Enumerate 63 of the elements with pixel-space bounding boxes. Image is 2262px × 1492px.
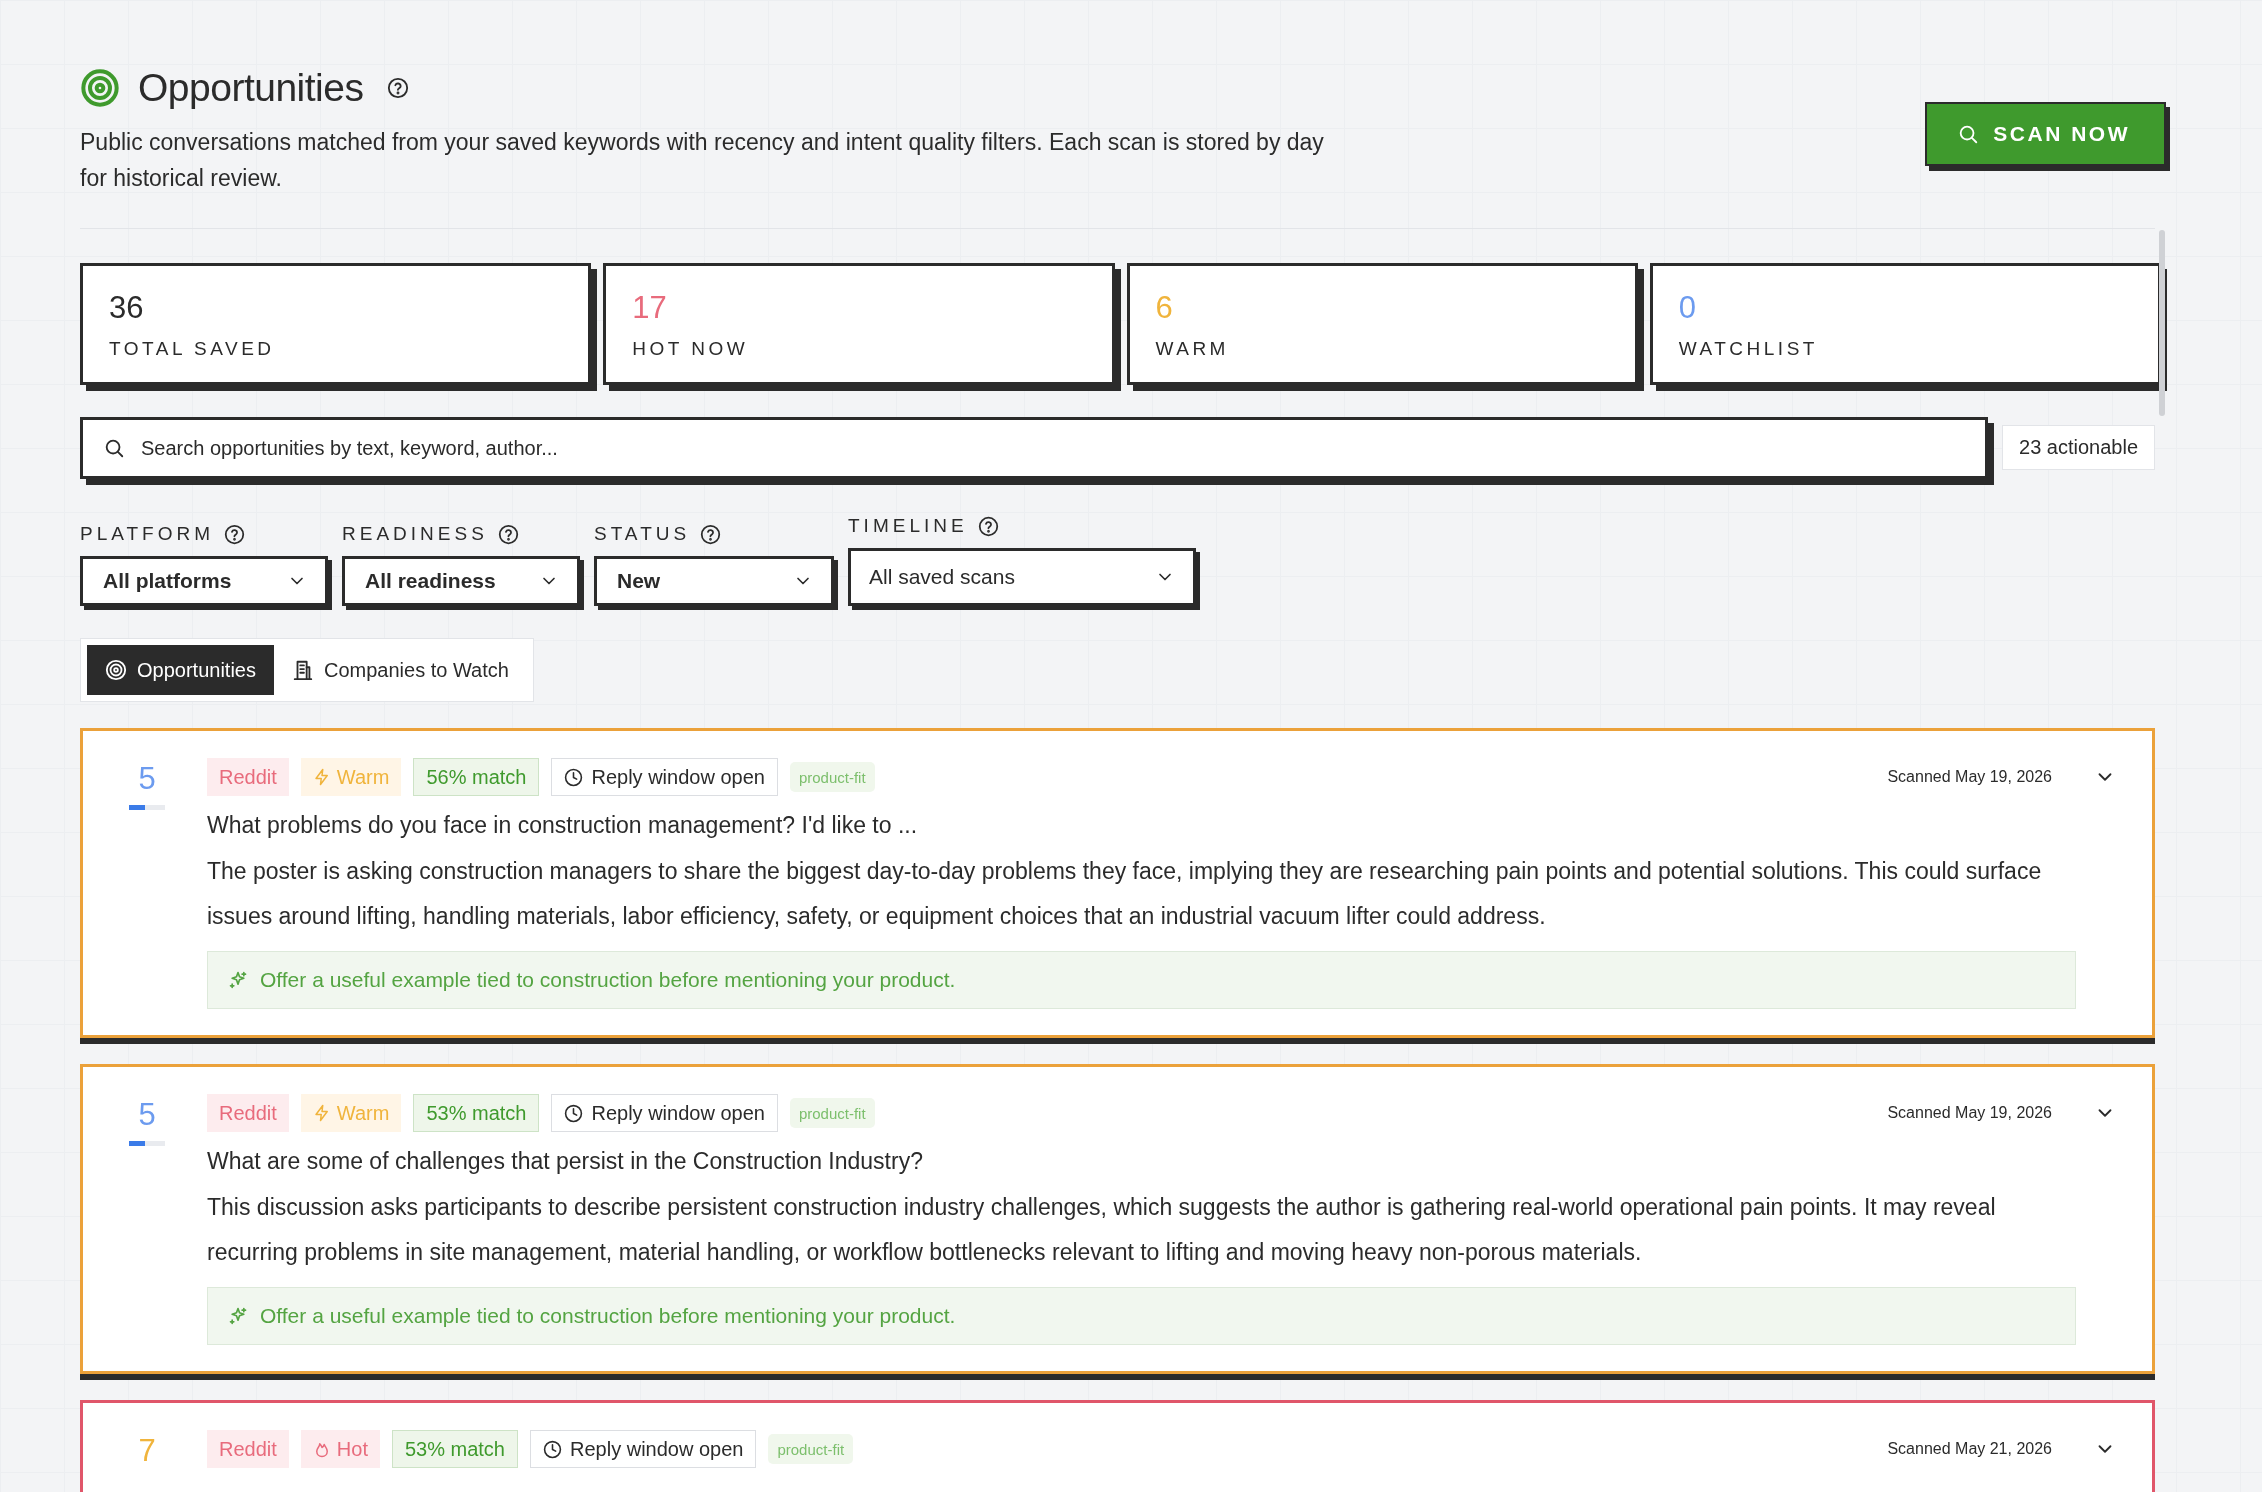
stat-value: 6 bbox=[1155, 290, 1174, 326]
page-description: Public conversations matched from your saved keywords with recency and intent quality filters. Each scan is stored by day for historical review. bbox=[80, 128, 1325, 193]
page-title: Opportunities bbox=[138, 66, 364, 110]
readiness-tag: Warm bbox=[300, 1094, 402, 1132]
stat-value: 17 bbox=[632, 290, 668, 326]
target-icon bbox=[105, 659, 127, 681]
reply-suggestion: Offer a useful example tied to construction before mentioning your product. bbox=[260, 968, 956, 992]
score: 7 bbox=[138, 1433, 156, 1469]
bolt-icon bbox=[312, 1104, 331, 1122]
scan-date: Scanned May 21, 2026 bbox=[1887, 1440, 2052, 1458]
search-input[interactable]: Search opportunities by text, keyword, author... bbox=[139, 435, 1965, 461]
reply-suggestion: Offer a useful example tied to construction before mentioning your product. bbox=[260, 1304, 956, 1328]
stat-value: 36 bbox=[109, 290, 145, 326]
opportunity-summary: The poster is asking construction managers to share the biggest day-to-day problems they face, implying they are researching pain points and potential solutions. This could surface issues around lifting, handling materials, labor efficiency, safety, or equipment choices that an industrial vacuum lifter could address. bbox=[207, 857, 2043, 931]
search-icon bbox=[103, 437, 125, 459]
tab[interactable]: Opportunities bbox=[87, 645, 274, 695]
reply-window-tag: Reply window open bbox=[530, 1430, 757, 1468]
reply-window-tag: Reply window open bbox=[551, 1094, 778, 1132]
stat-label: HOT NOW bbox=[632, 338, 750, 360]
topic-tag: product-fit bbox=[789, 762, 875, 792]
readiness-tag: Warm bbox=[300, 758, 402, 796]
building-icon bbox=[291, 659, 314, 681]
platform-tag: Reddit bbox=[207, 1430, 289, 1468]
stat-value: 0 bbox=[1678, 290, 1697, 326]
stat-label: TOTAL SAVED bbox=[109, 338, 276, 360]
help-icon bbox=[387, 77, 410, 99]
reply-window-tag: Reply window open bbox=[551, 758, 778, 796]
scan-date: Scanned May 19, 2026 bbox=[1887, 1104, 2052, 1122]
filter-label: PLATFORM bbox=[80, 523, 215, 545]
opportunity-title: What problems do you face in construction management? I'd like to ... bbox=[207, 811, 919, 840]
opportunity-summary: This discussion asks participants to describe persistent construction industry challenges, which suggests the author is gathering real-world operational pain points. It may reveal recurring problems in site management, material handling, or workflow bottlenecks relevant to lifting and moving heavy non-porous materials. bbox=[207, 1193, 1997, 1267]
topic-tag: product-fit bbox=[789, 1098, 875, 1128]
scrollbar[interactable] bbox=[2159, 230, 2165, 416]
tab[interactable]: Companies to Watch bbox=[273, 645, 527, 695]
platform-tag: Reddit bbox=[207, 758, 289, 796]
filter-label: TIMELINE bbox=[848, 515, 968, 537]
target-icon bbox=[80, 68, 120, 108]
scan-date: Scanned May 19, 2026 bbox=[1887, 768, 2052, 786]
platform-tag: Reddit bbox=[207, 1094, 289, 1132]
help-icon bbox=[224, 523, 246, 545]
help-icon bbox=[977, 515, 999, 537]
clock-icon bbox=[564, 1103, 584, 1123]
actionable-count: 23 actionable bbox=[2002, 425, 2155, 470]
stat-label: WATCHLIST bbox=[1678, 338, 1819, 360]
bolt-icon bbox=[312, 768, 331, 786]
topic-tag: product-fit bbox=[768, 1434, 854, 1464]
match-tag: 53% match bbox=[391, 1430, 518, 1468]
clock-icon bbox=[564, 767, 584, 787]
stat-label: WARM bbox=[1155, 338, 1230, 360]
match-tag: 56% match bbox=[413, 758, 540, 796]
filter-label: STATUS bbox=[594, 523, 691, 545]
match-tag: 53% match bbox=[413, 1094, 540, 1132]
score: 5 bbox=[138, 1097, 156, 1133]
opportunity-title: What are some of challenges that persist in the Construction Industry? bbox=[207, 1147, 924, 1176]
search-icon bbox=[1957, 123, 1980, 145]
clock-icon bbox=[543, 1439, 562, 1459]
sparkle-icon bbox=[228, 1306, 248, 1326]
sparkle-icon bbox=[228, 970, 248, 990]
readiness-tag: Hot bbox=[300, 1430, 380, 1468]
help-icon bbox=[497, 523, 519, 545]
score: 5 bbox=[138, 761, 156, 797]
help-icon bbox=[700, 523, 722, 545]
filter-label: READINESS bbox=[342, 523, 488, 545]
